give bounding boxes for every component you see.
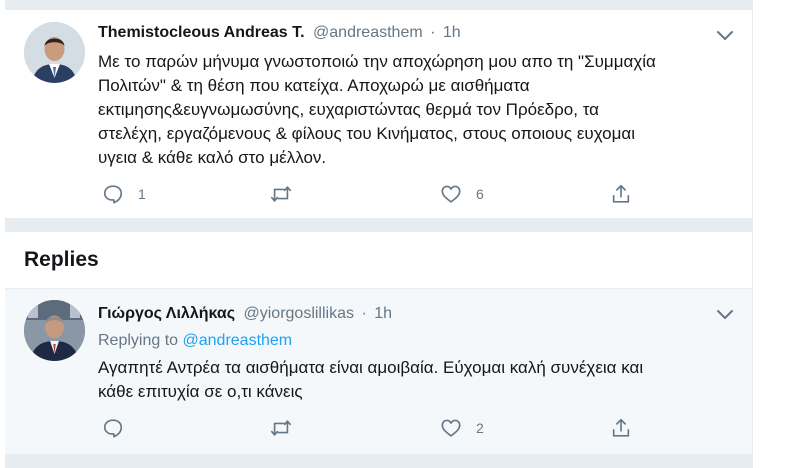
reply-text: Αγαπητέ Αντρέα τα αισθήματα είναι αμοιβα… [98,356,643,404]
separator: · [361,305,367,322]
chevron-down-icon[interactable] [716,309,734,321]
retweet-icon [271,420,291,436]
like-button[interactable]: 6 [440,182,484,206]
replies-heading: Replies [24,248,99,271]
heart-icon [441,185,461,203]
mention-link[interactable]: @andreasthem [183,332,293,349]
author-handle[interactable]: @yiorgoslillikas [244,305,355,322]
reply-tweet[interactable]: Γιώργος Λιλλήκας @yiorgoslillikas · 1h R… [5,289,752,454]
reply-button[interactable] [102,416,138,440]
share-icon [612,184,630,203]
chevron-down-icon[interactable] [716,30,734,42]
retweet-icon [271,186,291,202]
replies-section-header: Replies [5,232,752,289]
reply-text-line: Αγαπητέ Αντρέα τα αισθήματα είναι αμοιβα… [98,358,644,377]
tweet-text-line: Πολιτών" & τη θέση που κατείχα. Αποχωρώ … [98,76,530,95]
replying-to: Replying to @andreasthem [98,332,292,350]
timestamp[interactable]: 1h [443,24,461,41]
share-button[interactable] [610,416,632,440]
author-name[interactable]: Γιώργος Λιλλήκας [98,305,235,322]
reply-actions: 2 [98,416,658,440]
avatar[interactable] [24,22,85,83]
author-handle[interactable]: @andreasthem [313,24,423,41]
tweet-text-line: εκτιμησης&ευγνωμωσύνης, ευχαριστώντας θε… [98,100,599,119]
retweet-button[interactable] [270,182,306,206]
tweet-text-line: Με το παρών μήνυμα γνωστοποιώ την αποχώρ… [98,52,656,71]
reply-icon [103,185,123,204]
retweet-button[interactable] [270,416,306,440]
reply-count: 1 [138,186,146,202]
tweet-header: Themistocleous Andreas T. @andreasthem ·… [98,24,461,42]
tweet-text-line: στελέχη, εργαζόμενους & φίλους του Κινήμ… [98,124,636,143]
reply-button[interactable]: 1 [102,182,146,206]
tweet[interactable]: Themistocleous Andreas T. @andreasthem ·… [5,10,752,218]
reply-text-line: κάθε επιτυχία σε ο,τι κάνεις [98,382,303,401]
tweet-text-line: υγεια & κάθε καλό στο μέλλον. [98,148,327,167]
author-name[interactable]: Themistocleous Andreas T. [98,24,305,41]
share-button[interactable] [610,182,632,206]
like-count: 2 [476,420,484,436]
avatar[interactable] [24,300,85,361]
separator: · [430,24,436,41]
tweet-text: Με το παρών μήνυμα γνωστοποιώ την αποχώρ… [98,50,656,170]
like-count: 6 [476,186,484,202]
like-button[interactable]: 2 [440,416,484,440]
heart-icon [441,419,461,437]
tweet-actions: 1 6 [98,182,658,206]
timeline-column: Themistocleous Andreas T. @andreasthem ·… [5,0,753,468]
reply-icon [103,419,123,438]
share-icon [612,418,630,437]
reply-header: Γιώργος Λιλλήκας @yiorgoslillikas · 1h [98,305,392,323]
timestamp[interactable]: 1h [374,305,392,322]
replying-prefix: Replying to [98,332,179,349]
